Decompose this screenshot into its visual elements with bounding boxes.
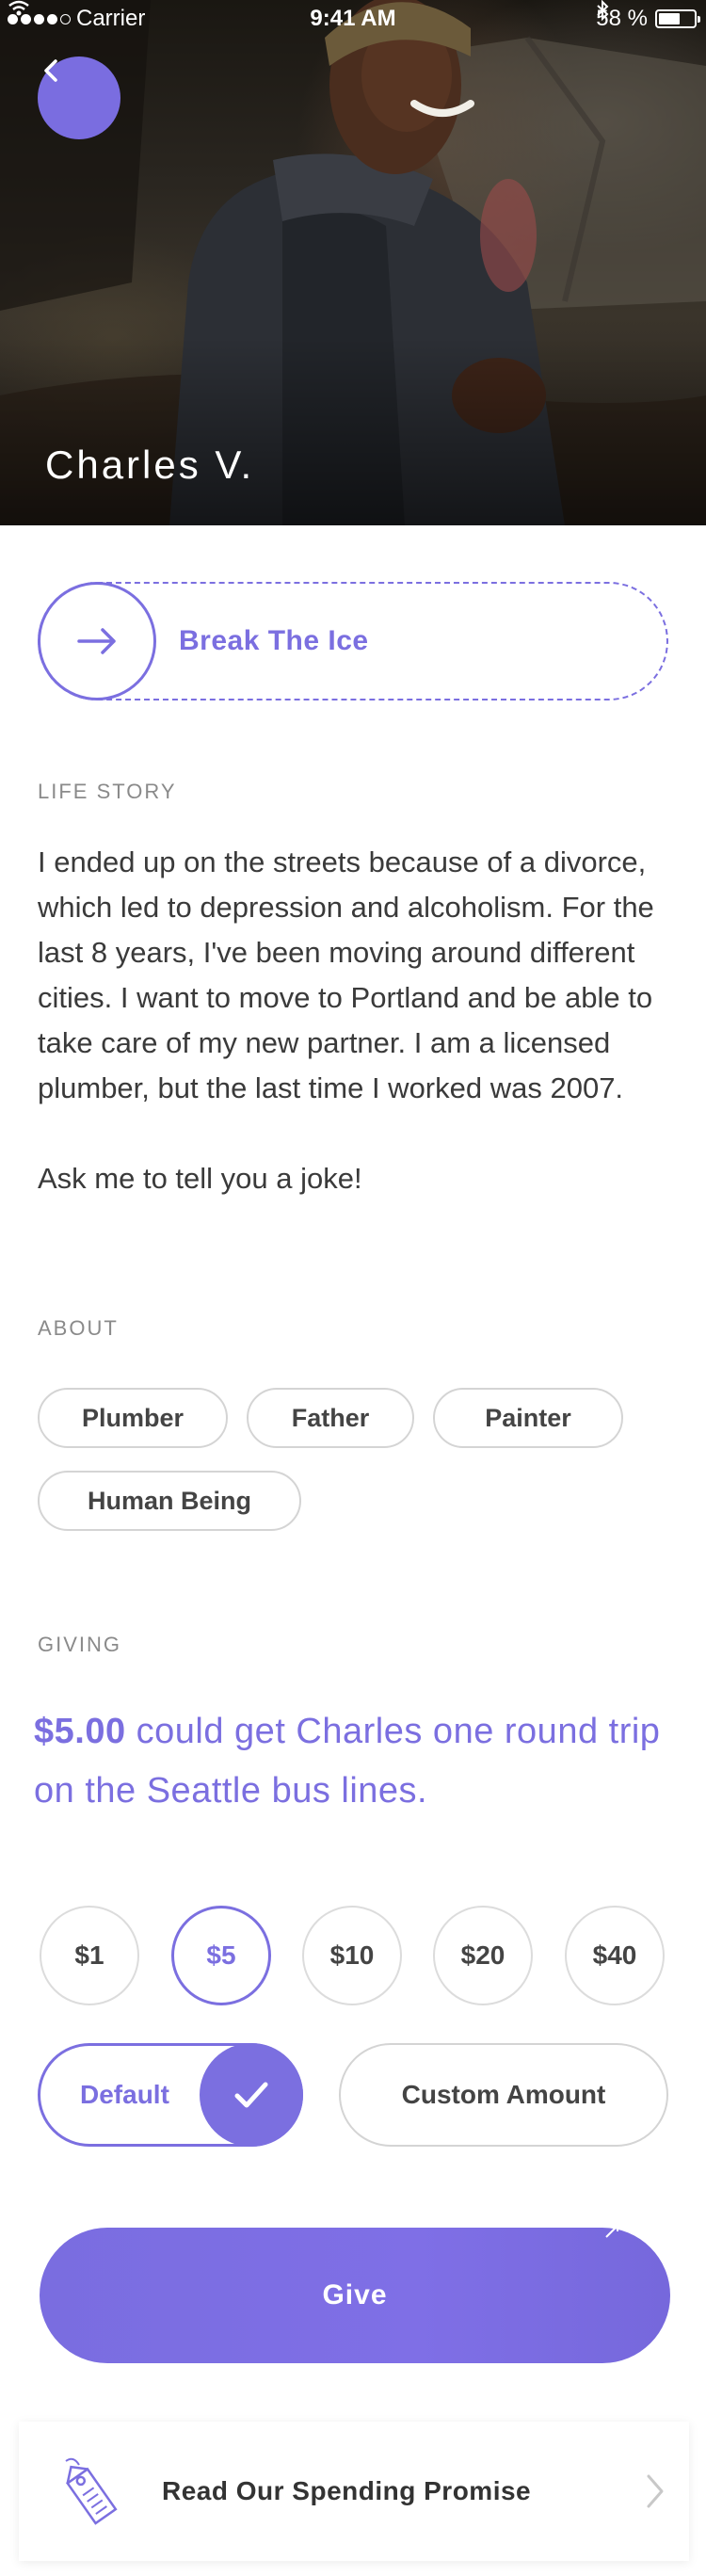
spending-promise-label: Read Our Spending Promise bbox=[162, 2476, 532, 2505]
chevron-right-icon bbox=[647, 2474, 664, 2508]
life-story-paragraph: Ask me to tell you a joke! bbox=[38, 1162, 362, 1195]
life-story-title: LIFE STORY bbox=[38, 780, 177, 803]
tag-painter[interactable]: Painter bbox=[433, 1388, 623, 1448]
status-bar: Carrier 9:41 AM 58 % bbox=[0, 0, 706, 38]
amount-5-button[interactable]: $5 bbox=[171, 1906, 271, 2005]
amount-40-button[interactable]: $40 bbox=[565, 1906, 665, 2005]
status-right: 58 % bbox=[596, 0, 700, 38]
battery-icon bbox=[655, 9, 700, 28]
checkmark-icon bbox=[234, 2082, 268, 2108]
photo-shade bbox=[0, 337, 706, 525]
spending-promise-row[interactable]: Read Our Spending Promise bbox=[19, 2422, 689, 2561]
price-tag-icon bbox=[65, 2457, 118, 2525]
amount-10-button[interactable]: $10 bbox=[302, 1906, 402, 2005]
sparkle-icon bbox=[605, 2225, 618, 2238]
chevron-left-icon bbox=[44, 59, 57, 82]
custom-amount-button[interactable]: Custom Amount bbox=[339, 2043, 668, 2147]
tag-human-being[interactable]: Human Being bbox=[38, 1471, 301, 1531]
giving-description-text: could get Charles one round trip on the … bbox=[34, 1712, 661, 1811]
amount-20-button[interactable]: $20 bbox=[433, 1906, 533, 2005]
tag-father[interactable]: Father bbox=[247, 1388, 414, 1448]
life-story-text: I ended up on the streets because of a d… bbox=[38, 840, 678, 1201]
arrow-circle bbox=[38, 582, 156, 700]
back-button[interactable] bbox=[38, 56, 120, 139]
break-the-ice-button[interactable]: Break The Ice bbox=[38, 582, 668, 700]
default-amount-toggle[interactable]: Default bbox=[38, 2043, 303, 2147]
life-story-paragraph: I ended up on the streets because of a d… bbox=[38, 845, 654, 1104]
giving-description: $5.00 could get Charles one round trip o… bbox=[34, 1702, 683, 1821]
give-button[interactable]: Give bbox=[40, 2228, 670, 2363]
giving-highlight: $5.00 bbox=[34, 1712, 126, 1751]
bluetooth-icon bbox=[597, 0, 609, 21]
profile-name: Charles V. bbox=[45, 443, 255, 487]
tag-plumber[interactable]: Plumber bbox=[38, 1388, 228, 1448]
amount-1-button[interactable]: $1 bbox=[40, 1906, 139, 2005]
giving-title: GIVING bbox=[38, 1633, 122, 1656]
toggle-knob bbox=[200, 2043, 303, 2147]
about-title: ABOUT bbox=[38, 1316, 119, 1340]
profile-photo: Carrier 9:41 AM 58 % Charles V. bbox=[0, 0, 706, 525]
arrow-right-icon bbox=[77, 628, 116, 654]
default-label: Default bbox=[80, 2080, 169, 2109]
break-the-ice-label: Break The Ice bbox=[179, 625, 369, 656]
